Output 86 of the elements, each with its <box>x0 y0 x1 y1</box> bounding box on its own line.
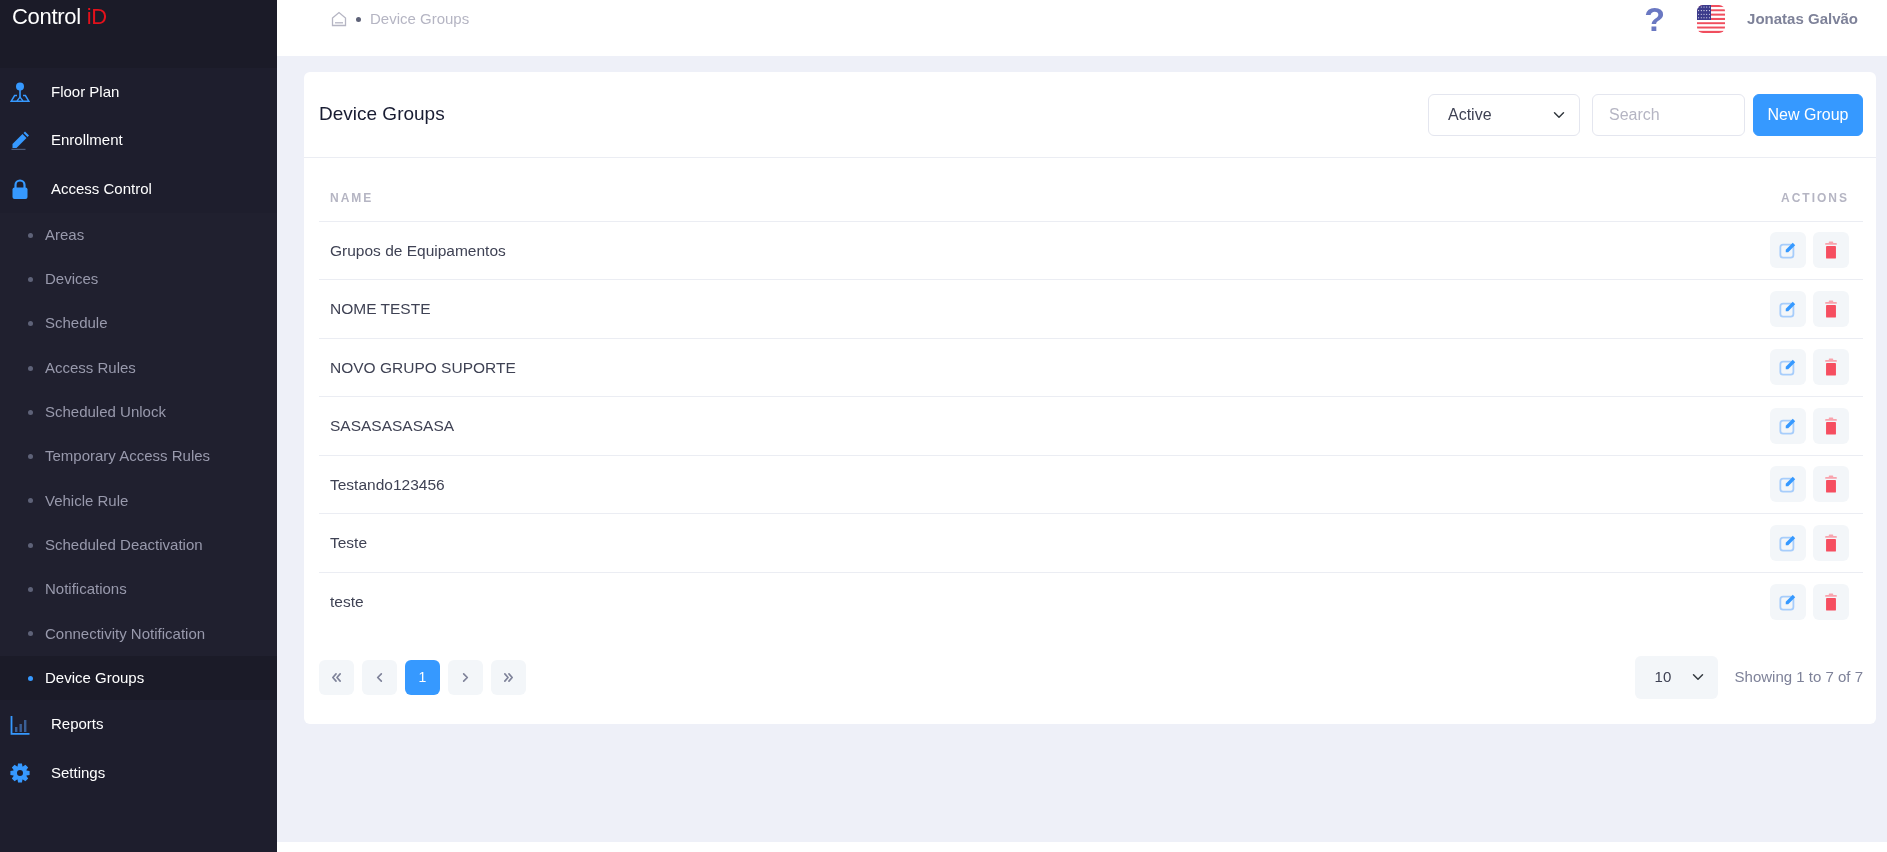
map-pin-icon <box>10 81 30 102</box>
submenu-item[interactable]: Vehicle Rule <box>0 478 277 524</box>
search-field[interactable]: Search <box>1592 93 1745 136</box>
table-cell: Testando123456 <box>319 455 1348 514</box>
last-page-button[interactable] <box>491 659 526 695</box>
trash-icon <box>1822 533 1840 552</box>
edit-button[interactable] <box>1770 349 1806 386</box>
edit-button[interactable] <box>1770 407 1806 444</box>
home-icon[interactable] <box>331 11 347 27</box>
trash-icon <box>1822 299 1840 318</box>
edit-button[interactable] <box>1770 290 1806 327</box>
logo: Control iD <box>12 4 107 29</box>
bullet-icon <box>28 542 33 548</box>
delete-button[interactable] <box>1813 407 1849 444</box>
sidebar-item[interactable]: Floor Plan <box>0 67 277 116</box>
submenu-item[interactable]: Schedule <box>0 301 277 346</box>
table-cell: NOME TESTE <box>319 279 1348 338</box>
chevron-right-icon <box>460 671 471 683</box>
card-title: Device Groups <box>319 103 445 126</box>
pagination-summary: Showing 1 to 7 of 7 <box>1734 666 1863 687</box>
sidebar-item[interactable]: Access Control <box>0 164 277 213</box>
page-size-select[interactable]: 10 <box>1634 655 1718 699</box>
table-cell: NOVO GRUPO SUPORTE <box>319 338 1348 397</box>
double-chevron-left-icon <box>331 671 342 683</box>
trash-icon <box>1822 241 1840 260</box>
pencil-icon <box>10 130 30 151</box>
bullet-icon <box>28 675 33 681</box>
trash-icon <box>1822 358 1840 377</box>
settings-icon <box>10 763 30 783</box>
edit-button[interactable] <box>1770 466 1806 503</box>
submenu-item[interactable]: Device Groups <box>0 655 277 701</box>
first-page-button[interactable] <box>319 659 354 695</box>
table-cell: Grupos de Equipamentos <box>319 221 1348 280</box>
table-cell: teste <box>319 572 1348 631</box>
user-name[interactable]: Jonatas Galvão <box>1747 7 1858 31</box>
bullet-icon <box>28 409 33 415</box>
status-select[interactable]: Active <box>1428 93 1580 136</box>
trash-icon <box>1822 592 1840 611</box>
table-cell: Teste <box>319 513 1348 572</box>
edit-icon <box>1779 358 1797 377</box>
bullet-icon <box>28 454 33 460</box>
help-button[interactable]: ? <box>1644 5 1666 33</box>
delete-button[interactable] <box>1813 524 1849 561</box>
bullet-icon <box>28 321 33 327</box>
bar-chart-icon <box>10 714 30 735</box>
delete-button[interactable] <box>1813 290 1849 327</box>
submenu-item[interactable]: Access Rules <box>0 345 277 391</box>
sidebar-item[interactable]: Reports <box>0 700 277 749</box>
bullet-icon <box>28 587 33 592</box>
edit-button[interactable] <box>1770 232 1806 269</box>
edit-icon <box>1779 475 1797 494</box>
chevron-left-icon <box>374 671 385 683</box>
lock-icon <box>10 178 30 199</box>
breadcrumb-separator-icon <box>356 16 361 22</box>
submenu-item[interactable]: Temporary Access Rules <box>0 434 277 479</box>
edit-icon <box>1779 533 1797 552</box>
edit-icon <box>1779 416 1797 435</box>
double-chevron-right-icon <box>503 671 514 683</box>
bullet-icon <box>28 365 33 371</box>
flag-icon[interactable] <box>1697 5 1726 33</box>
delete-button[interactable] <box>1813 349 1849 386</box>
table-cell: SASASASASASA <box>319 396 1348 455</box>
edit-icon <box>1779 592 1797 611</box>
delete-button[interactable] <box>1813 583 1849 620</box>
submenu-item[interactable]: Areas <box>0 213 277 258</box>
edit-icon <box>1779 299 1797 318</box>
edit-button[interactable] <box>1770 524 1806 561</box>
edit-button[interactable] <box>1770 583 1806 620</box>
bullet-icon <box>28 232 33 238</box>
submenu-item[interactable]: Notifications <box>0 567 277 612</box>
submenu-item[interactable]: Scheduled Unlock <box>0 390 277 435</box>
delete-button[interactable] <box>1813 232 1849 269</box>
submenu-item[interactable]: Connectivity Notification <box>0 611 277 656</box>
trash-icon <box>1822 416 1840 435</box>
bullet-icon <box>28 276 33 282</box>
edit-icon <box>1779 241 1797 260</box>
delete-button[interactable] <box>1813 466 1849 503</box>
trash-icon <box>1822 475 1840 494</box>
bullet-icon <box>28 498 33 504</box>
submenu-item[interactable]: Scheduled Deactivation <box>0 523 277 568</box>
column-header: ACTIONS <box>1347 176 1863 221</box>
bullet-icon <box>28 631 33 637</box>
sidebar-item[interactable]: Enrollment <box>0 116 277 165</box>
submenu-item[interactable]: Devices <box>0 257 277 302</box>
column-header: NAME <box>319 176 1348 221</box>
sidebar-item[interactable]: Settings <box>0 748 277 798</box>
